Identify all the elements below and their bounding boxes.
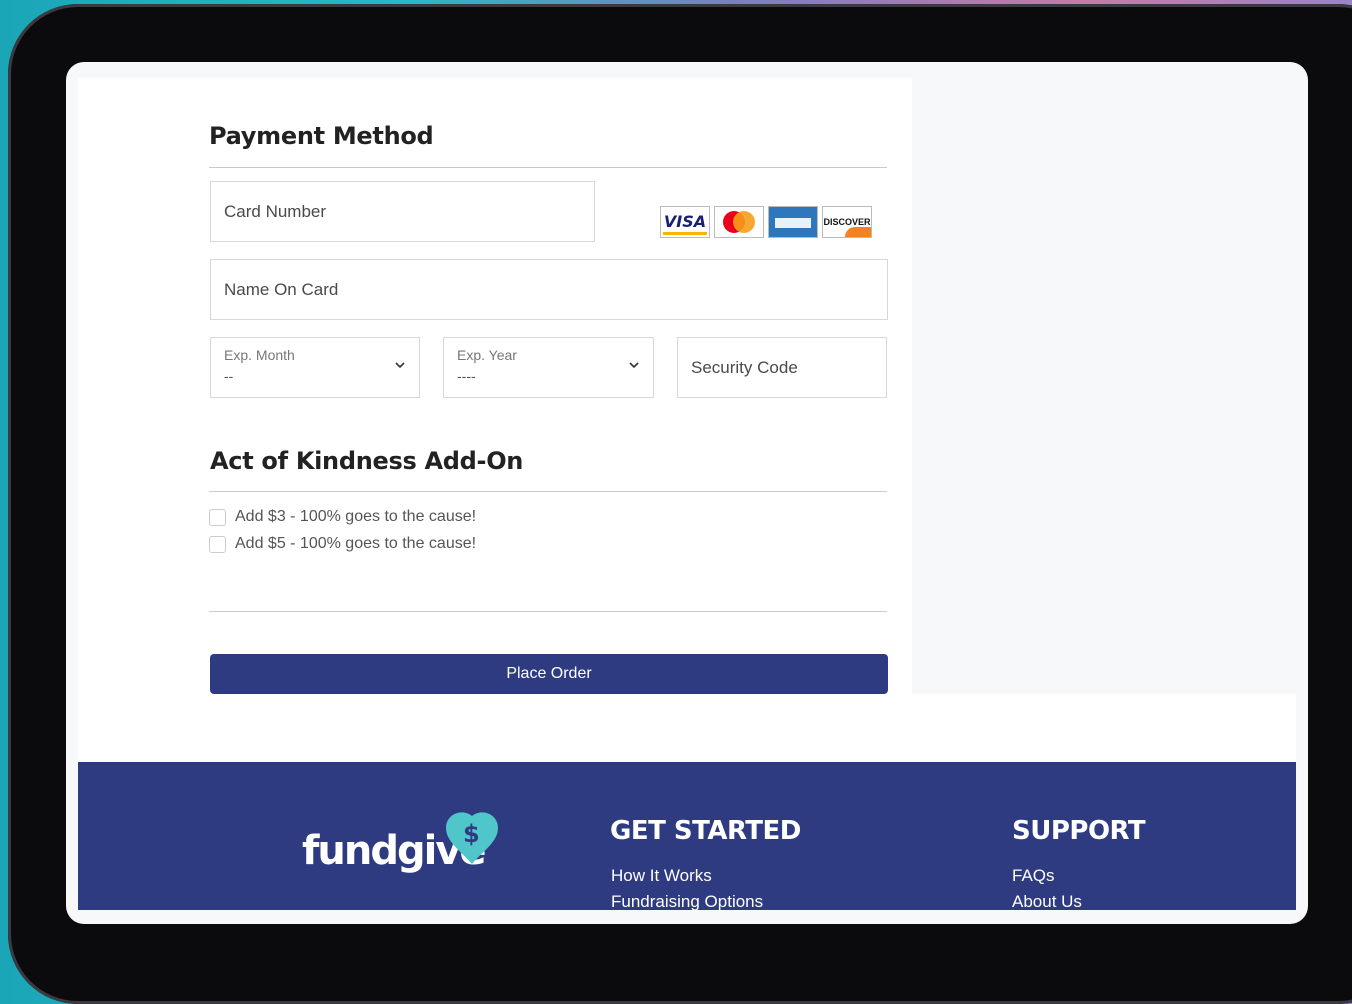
name-on-card-placeholder: Name On Card <box>224 279 339 299</box>
faqs-link[interactable]: FAQs <box>1012 866 1055 886</box>
chevron-down-icon <box>629 362 639 369</box>
mastercard-card-icon <box>714 206 764 238</box>
fundgive-logo[interactable]: fundgive $ <box>302 812 498 884</box>
exp-month-select[interactable]: Exp. Month -- <box>210 337 420 398</box>
accepted-cards: VISA DISCOVER <box>660 206 872 238</box>
svg-text:$: $ <box>463 820 480 848</box>
get-started-heading: GET STARTED <box>610 816 801 846</box>
order-divider <box>209 611 887 612</box>
payment-method-heading: Payment Method <box>209 122 434 150</box>
discover-label: DISCOVER <box>823 217 871 227</box>
addon-5-checkbox[interactable] <box>209 535 226 553</box>
discover-card-icon: DISCOVER <box>822 206 872 238</box>
addon-5-label: Add $5 - 100% goes to the cause! <box>235 535 477 552</box>
amex-card-icon <box>768 206 818 238</box>
visa-label: VISA <box>663 212 707 231</box>
security-code-field[interactable]: Security Code <box>677 337 887 398</box>
about-us-link[interactable]: About Us <box>1012 892 1082 912</box>
exp-year-label: Exp. Year <box>457 347 517 363</box>
exp-year-value: ---- <box>457 368 476 384</box>
addon-3-checkbox[interactable] <box>209 508 226 526</box>
chevron-down-icon <box>395 362 405 369</box>
site-footer: fundgive $ GET STARTED How It Works Fund… <box>78 762 1296 912</box>
exp-month-label: Exp. Month <box>224 347 295 363</box>
card-number-field[interactable]: Card Number <box>210 181 595 242</box>
content-spacer <box>78 694 1296 762</box>
tablet-screen: Payment Method Card Number VISA DISCOVER <box>66 62 1308 924</box>
fundraising-options-link[interactable]: Fundraising Options <box>611 892 763 912</box>
visa-card-icon: VISA <box>660 206 710 238</box>
addon-divider <box>209 491 887 492</box>
support-heading: SUPPORT <box>1012 816 1146 846</box>
addon-heading: Act of Kindness Add-On <box>210 447 524 475</box>
payment-divider <box>209 167 887 168</box>
place-order-button[interactable]: Place Order <box>210 654 888 694</box>
addon-3-label: Add $3 - 100% goes to the cause! <box>235 508 477 525</box>
checkout-form: Payment Method Card Number VISA DISCOVER <box>78 78 912 694</box>
exp-year-select[interactable]: Exp. Year ---- <box>443 337 654 398</box>
name-on-card-field[interactable]: Name On Card <box>210 259 888 320</box>
exp-month-value: -- <box>224 368 234 384</box>
card-number-placeholder: Card Number <box>224 201 327 221</box>
how-it-works-link[interactable]: How It Works <box>611 866 712 886</box>
addon-option-3[interactable]: Add $3 - 100% goes to the cause! <box>209 508 476 526</box>
security-code-placeholder: Security Code <box>691 357 798 377</box>
addon-option-5[interactable]: Add $5 - 100% goes to the cause! <box>209 535 476 553</box>
